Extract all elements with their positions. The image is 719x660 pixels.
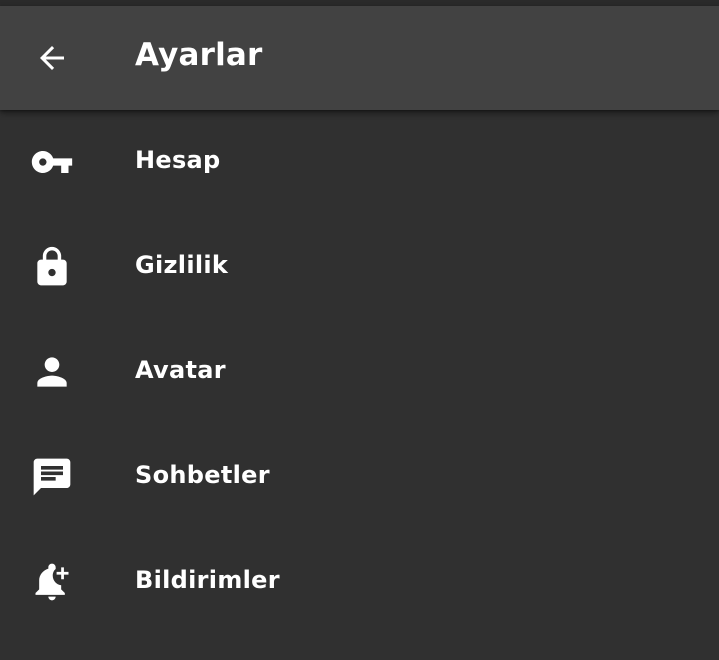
menu-item-label: Sohbetler [135, 461, 270, 489]
menu-item-avatar[interactable]: Avatar [0, 320, 719, 425]
settings-menu: Hesap Gizlilik Avatar Sohbetler Bildirim… [0, 110, 719, 635]
menu-item-label: Avatar [135, 356, 226, 384]
menu-item-label: Hesap [135, 146, 221, 174]
page-title: Ayarlar [135, 37, 263, 73]
lock-icon [22, 237, 82, 297]
menu-item-label: Bildirimler [135, 566, 280, 594]
menu-item-bildirimler[interactable]: Bildirimler [0, 530, 719, 635]
back-button[interactable] [22, 28, 82, 88]
key-icon [22, 132, 82, 192]
menu-item-label: Gizlilik [135, 251, 229, 279]
settings-screen: Ayarlar Hesap Gizlilik Avatar Sohbetler … [0, 0, 719, 660]
menu-item-sohbetler[interactable]: Sohbetler [0, 425, 719, 530]
arrow-back-icon [34, 40, 70, 76]
notification-add-icon [22, 552, 82, 612]
chat-icon [22, 447, 82, 507]
menu-item-hesap[interactable]: Hesap [0, 110, 719, 215]
menu-item-gizlilik[interactable]: Gizlilik [0, 215, 719, 320]
person-icon [22, 342, 82, 402]
app-bar: Ayarlar [0, 6, 719, 110]
